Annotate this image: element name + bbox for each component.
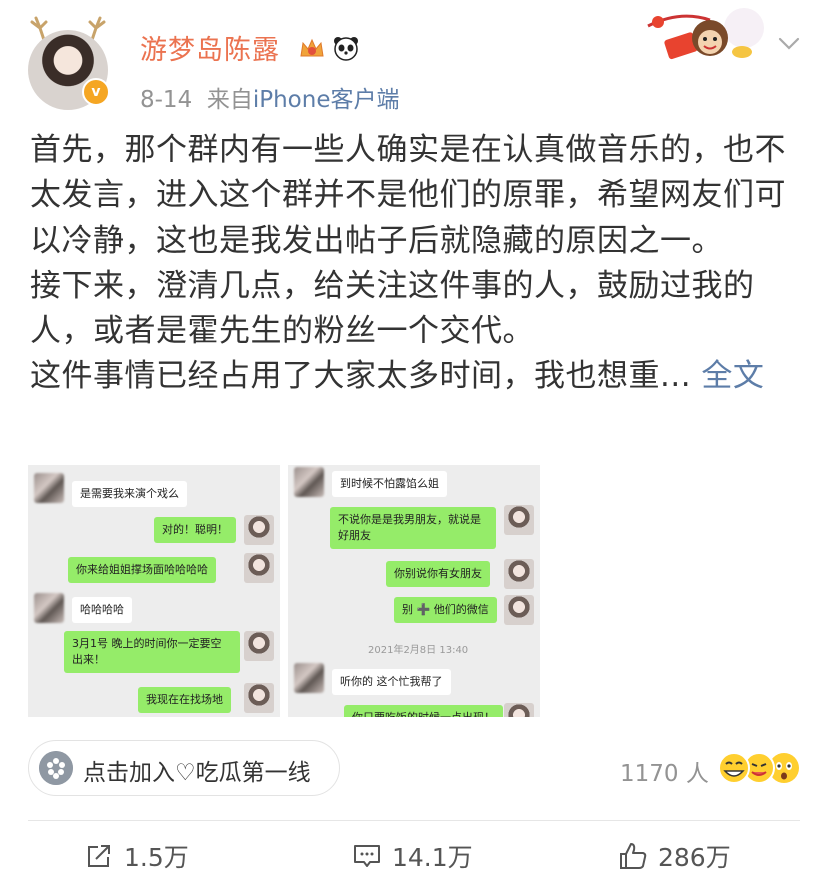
chat-message: 不说你是是我男朋友，就说是好朋友 <box>330 507 496 549</box>
chat-timestamp: 2021年2月8日 13:40 <box>368 645 469 656</box>
chat-avatar <box>504 559 534 589</box>
divider <box>28 820 800 821</box>
chat-avatar <box>244 683 274 713</box>
chat-message: 哈哈哈哈 <box>72 597 132 623</box>
chat-avatar <box>294 663 324 693</box>
chat-message: 我现在在找场地 <box>138 687 231 713</box>
topic-label: 点击加入♡吃瓜第一线 <box>83 760 311 786</box>
chat-avatar <box>34 473 64 503</box>
post-date: 8-14 <box>140 87 193 113</box>
panda-badge-icon[interactable] <box>332 34 360 62</box>
comment-icon <box>354 845 380 867</box>
repost-button[interactable]: 1.5万 <box>84 836 189 876</box>
chat-avatar <box>504 505 534 535</box>
repost-icon <box>88 845 110 867</box>
chat-message: 别 ➕ 他们的微信 <box>394 597 497 623</box>
reaction-emojis-icon <box>718 752 799 784</box>
repost-count: 1.5万 <box>124 843 189 872</box>
post-source[interactable]: iPhone客户端 <box>253 87 400 113</box>
chevron-down-icon[interactable] <box>776 30 802 56</box>
user-avatar[interactable]: v <box>22 16 114 110</box>
comment-count: 14.1万 <box>392 843 473 872</box>
topic-join-button[interactable]: 点击加入♡吃瓜第一线 <box>28 740 340 796</box>
source-prefix: 来自 <box>206 87 253 113</box>
chat-message: 你来给姐姐撑场面哈哈哈哈 <box>68 557 216 583</box>
monkey-decoration-icon <box>647 8 764 60</box>
chat-avatar <box>504 703 534 717</box>
verified-badge-icon: v <box>82 78 110 106</box>
read-more-link[interactable]: 全文 <box>701 358 764 394</box>
crown-badge-icon[interactable] <box>298 34 326 62</box>
chat-avatar <box>34 593 64 623</box>
post-meta: 8-14 来自iPhone客户端 <box>140 80 399 114</box>
chat-message: 你别说你有女朋友 <box>386 561 490 587</box>
chat-message: 是需要我来演个戏么 <box>72 481 187 507</box>
chat-avatar <box>244 631 274 661</box>
like-button[interactable]: 286万 <box>618 836 731 876</box>
post-last-line: 这件事情已经占用了大家太多时间，我也想重... <box>30 358 692 395</box>
post-paragraph-truncated: 这件事情已经占用了大家太多时间，我也想重... 全文 <box>30 354 800 399</box>
post-text: 首先，那个群内有一些人确实是在认真做音乐的，也不太发言，进入这个群并不是他们的原… <box>30 128 800 400</box>
post-paragraph: 首先，那个群内有一些人确实是在认真做音乐的，也不太发言，进入这个群并不是他们的原… <box>30 132 786 259</box>
chat-message: 听你的 这个忙我帮了 <box>332 669 451 695</box>
thumbs-up-icon <box>620 843 647 869</box>
comment-button[interactable]: 14.1万 <box>352 836 473 876</box>
chat-message: 3月1号 晚上的时间你一定要空出来！ <box>64 631 240 673</box>
topic-group-icon <box>39 751 73 785</box>
chat-avatar <box>504 595 534 625</box>
username[interactable]: 游梦岛陈露 <box>140 28 280 67</box>
post-image-2[interactable]: 到时候不怕露馅么姐 不说你是是我男朋友，就说是好朋友 你别说你有女朋友 别 ➕ … <box>288 465 540 717</box>
post-paragraph: 接下来，澄清几点，给关注这件事的人，鼓励过我的人，或者是霍先生的粉丝一个交代。 <box>30 267 755 350</box>
chat-message: 到时候不怕露馅么姐 <box>332 471 447 497</box>
like-count: 286万 <box>658 843 731 872</box>
chat-avatar <box>244 553 274 583</box>
chat-avatar <box>294 467 324 497</box>
post-image-1[interactable]: 是需要我来演个戏么 对的！聪明！ 你来给姐姐撑场面哈哈哈哈 哈哈哈哈 3月1号 … <box>28 465 280 717</box>
member-count: 1170 人 <box>620 761 709 787</box>
chat-message: 你只要吃饭的时候一点出现！ <box>344 705 503 717</box>
chat-avatar <box>244 515 274 545</box>
chat-message: 对的！聪明！ <box>154 517 236 543</box>
